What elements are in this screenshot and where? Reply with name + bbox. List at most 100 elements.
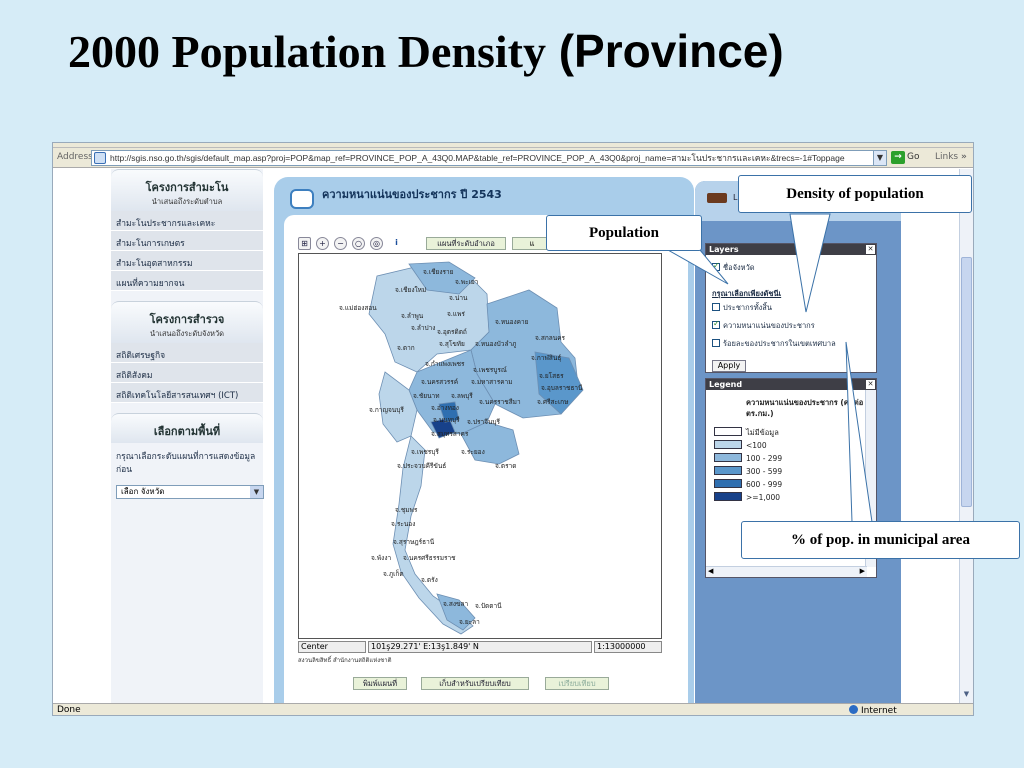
- map-label: จ.ลำพูน: [401, 312, 424, 320]
- map-label: จ.อุบลราชธานี: [541, 384, 583, 392]
- save-for-compare-button[interactable]: เก็บสำหรับเปรียบเทียบ: [421, 677, 529, 690]
- map-label: จ.นครราชสีมา: [479, 398, 521, 406]
- legend-swatch: [714, 466, 742, 475]
- sidebar-item-economic-stats[interactable]: สถิติเศรษฐกิจ: [111, 343, 263, 363]
- map-label: จ.แพร่: [447, 310, 465, 318]
- page-icon: [94, 152, 106, 164]
- callout-population: Population: [546, 215, 702, 251]
- coordinate-bar: Center 101ş29.271' E:13ş1.849' N 1:13000…: [298, 641, 662, 653]
- callout-municipal: % of pop. in municipal area: [741, 521, 1020, 559]
- checkbox-total-population[interactable]: [712, 303, 720, 311]
- map-label: จ.สงขลา: [443, 600, 468, 608]
- zoom-out-icon[interactable]: −: [334, 237, 347, 250]
- browser-window: Address http://sgis.nso.go.th/sgis/defau…: [52, 142, 974, 716]
- pan-icon[interactable]: ◎: [370, 237, 383, 250]
- sidebar-item-poverty-map[interactable]: แผนที่ความยากจน: [111, 271, 263, 291]
- map-label: จ.พะเยา: [455, 278, 479, 286]
- sidebar-item-agriculture-census[interactable]: สำมะโนการเกษตร: [111, 231, 263, 251]
- layers-title: Layers ✕: [706, 244, 876, 255]
- province-select[interactable]: เลือก จังหวัด ▼: [116, 485, 264, 499]
- legend-item: >=1,000: [714, 492, 780, 502]
- legend-swatch: [714, 440, 742, 449]
- legend-heading: ความหนาแน่นของประชากร (คนต่อตร.กม.): [746, 398, 864, 418]
- layer-province-name[interactable]: ชื่อจังหวัด: [712, 261, 755, 274]
- map-label: จ.ปัตตานี: [475, 602, 502, 610]
- collapse-icon[interactable]: ✕: [866, 380, 875, 389]
- url-dropdown-chevron-down-icon[interactable]: ▼: [873, 150, 887, 166]
- status-bar: Done Internet: [53, 703, 973, 715]
- map-scale: 1:13000000: [594, 641, 662, 653]
- map-label: จ.สุโขทัย: [439, 340, 465, 348]
- slide-title-main: 2000 Population Density: [68, 26, 546, 77]
- url-input[interactable]: http://sgis.nso.go.th/sgis/default_map.a…: [91, 150, 887, 166]
- callout-density: Density of population: [738, 175, 972, 213]
- layer-municipal[interactable]: ร้อยละของประชากรในเขตเทศบาล: [712, 338, 836, 350]
- url-text: http://sgis.nso.go.th/sgis/default_map.a…: [110, 153, 845, 163]
- map-label: จ.ระยอง: [461, 448, 485, 456]
- print-map-button[interactable]: พิมพ์แผนที่: [353, 677, 407, 690]
- map-label: จ.สกลนคร: [535, 334, 566, 342]
- checkbox-province-name[interactable]: [712, 261, 720, 271]
- sidebar-item-ict-stats[interactable]: สถิติเทคโนโลยีสารสนเทศฯ (ICT): [111, 383, 263, 403]
- checkbox-density[interactable]: [712, 319, 720, 329]
- map-label: จ.สุราษฎร์ธานี: [393, 538, 435, 546]
- legend-item: <100: [714, 440, 767, 450]
- collapse-icon[interactable]: ✕: [866, 245, 875, 254]
- map-label: จ.ตรัง: [421, 576, 438, 584]
- map-label: จ.แม่ฮ่องสอน: [339, 304, 377, 312]
- chevron-down-icon: ▼: [250, 486, 263, 498]
- sidebar: โครงการสำมะโน นำเสนอถึงระดับตำบล สำมะโนป…: [111, 169, 264, 589]
- page-content: โครงการสำมะโน นำเสนอถึงระดับตำบล สำมะโนป…: [53, 169, 961, 703]
- checkbox-municipal[interactable]: [712, 339, 720, 347]
- district-map-button[interactable]: แผนที่ระดับอำเภอ: [426, 237, 506, 250]
- layer-density[interactable]: ความหนาแน่นของประชากร: [712, 319, 815, 332]
- center-label: Center: [298, 641, 366, 653]
- map-label: จ.อ่างทอง: [431, 404, 459, 412]
- map-label: จ.นครศรีธรรมราช: [403, 554, 456, 562]
- layers-subheading: กรุณาเลือกเพียงดัชนีเ: [712, 289, 782, 298]
- map-label: จ.กำแพงเพชร: [425, 360, 465, 368]
- map-label: จ.เพชรบูรณ์: [473, 366, 507, 374]
- slide-title: 2000 Population Density (Province): [68, 24, 784, 78]
- zoom-in-icon[interactable]: +: [316, 237, 329, 250]
- map-label: จ.ระนอง: [391, 520, 415, 528]
- map-label: จ.มหาสารคาม: [471, 378, 513, 386]
- thailand-map[interactable]: จ.เชียงราย จ.พะเยา จ.เชียงใหม่ จ.น่าน จ.…: [299, 254, 661, 638]
- slide-title-province: (Province): [545, 25, 784, 77]
- apply-button[interactable]: Apply: [712, 360, 746, 372]
- map-label: จ.เพชรบุรี: [411, 448, 439, 456]
- legend-item: ไม่มีข้อมูล: [714, 427, 779, 439]
- map-viewport[interactable]: จ.เชียงราย จ.พะเยา จ.เชียงใหม่ จ.น่าน จ.…: [298, 253, 662, 639]
- map-label: จ.ยะลา: [459, 618, 480, 626]
- zoom-window-icon[interactable]: ○: [352, 237, 365, 250]
- map-label: จ.นครสวรรค์: [421, 378, 458, 386]
- compare-button[interactable]: เปรียบเทียบ: [545, 677, 609, 690]
- sidebar-item-industry-census[interactable]: สำมะโนอุตสาหกรรม: [111, 251, 263, 271]
- legend-horizontal-scrollbar[interactable]: ◀ ▶: [706, 566, 867, 577]
- full-extent-icon[interactable]: ⊞: [298, 237, 311, 250]
- scrollbar-thumb[interactable]: [961, 257, 972, 507]
- links-button[interactable]: Links »: [935, 152, 967, 162]
- go-button[interactable]: → Go: [891, 151, 919, 164]
- legend-swatch: [714, 427, 742, 436]
- map-label: จ.ยโสธร: [539, 372, 564, 380]
- sidebar-item-population-census[interactable]: สำมะโนประชากรและเคหะ: [111, 211, 263, 231]
- map-label: จ.หนองคาย: [495, 318, 529, 326]
- layer-total-population[interactable]: ประชากรทั้งสิ้น: [712, 302, 772, 314]
- address-label: Address: [57, 152, 93, 162]
- sidebar-item-social-stats[interactable]: สถิติสังคม: [111, 363, 263, 383]
- copyright-text: สงวนลิขสิทธิ์ สำนักงานสถิติแห่งชาติ: [298, 657, 392, 664]
- page-scrollbar[interactable]: ▼: [959, 169, 973, 703]
- center-coordinates: 101ş29.271' E:13ş1.849' N: [368, 641, 592, 653]
- scroll-down-icon[interactable]: ▼: [961, 690, 972, 701]
- legend-item: 600 - 999: [714, 479, 782, 489]
- legend-title: Legend ✕: [706, 379, 876, 390]
- map-label: จ.พังงา: [371, 554, 392, 562]
- area-note: กรุณาเลือกระดับแผนที่การแสดงข้อมูลก่อน: [116, 452, 256, 475]
- map-label: จ.ลำปาง: [411, 324, 435, 332]
- address-bar: Address http://sgis.nso.go.th/sgis/defau…: [53, 148, 973, 168]
- map-label: จ.อุตรดิตถ์: [437, 328, 467, 336]
- map-label: จ.กาฬสินธุ์: [531, 354, 561, 362]
- book-icon: [290, 189, 314, 209]
- info-icon[interactable]: i: [390, 237, 403, 250]
